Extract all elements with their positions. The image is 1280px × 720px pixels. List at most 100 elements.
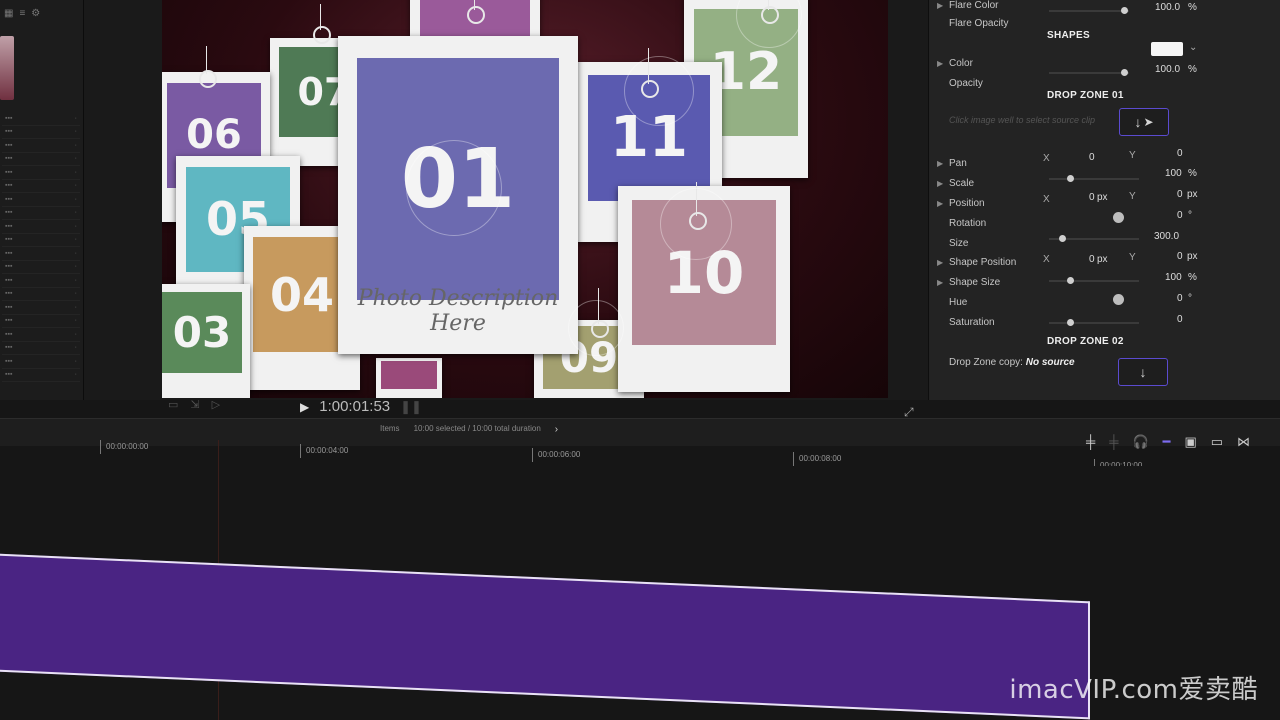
onscreen-handle[interactable]	[199, 46, 217, 88]
pan-x-value[interactable]: 0	[1089, 152, 1095, 163]
onscreen-handle[interactable]	[313, 4, 331, 44]
gear-icon[interactable]: ⚙	[31, 8, 40, 19]
disclosure-triangle[interactable]: ▶	[937, 199, 949, 208]
axis-label-y: Y	[1129, 191, 1136, 202]
photo-number: 04	[269, 267, 334, 322]
disclosure-triangle[interactable]: ▶	[937, 258, 949, 267]
list-icon[interactable]: ≡	[19, 8, 25, 19]
viewer-tool-icon[interactable]: ▭	[168, 398, 178, 411]
drop-zone-copy: Drop Zone copy: No source	[949, 357, 1075, 368]
param-rotation[interactable]: Rotation	[937, 214, 1250, 232]
unit-label: °	[1188, 293, 1192, 304]
param-label: Shape Position	[949, 256, 1017, 268]
grid-icon[interactable]: ▦	[4, 8, 13, 19]
list-item[interactable]: ▪▪▪ ·	[2, 315, 80, 328]
timeline-duration: 10:00 selected / 10:00 total duration	[413, 424, 541, 433]
pan-y-value[interactable]: 0	[1177, 148, 1183, 159]
shape-size-slider[interactable]	[1049, 277, 1139, 284]
axis-label-x: X	[1043, 153, 1050, 164]
list-item[interactable]: ▪▪▪ ·	[2, 193, 80, 207]
opacity-value[interactable]: 100.0	[1155, 64, 1180, 75]
list-item[interactable]: ▪▪▪ ·	[2, 234, 80, 247]
hue-value[interactable]: 0	[1177, 293, 1183, 304]
play-button[interactable]: ▶	[300, 400, 309, 414]
drop-zone-hint: Click image well to select source clip	[949, 115, 1096, 125]
flare-opacity-value[interactable]: 100.0	[1155, 2, 1180, 13]
timeline-ruler[interactable]: 00:00:00:00 00:00:04:00 00:00:06:00 00:0…	[0, 440, 1280, 473]
param-label: Rotation	[949, 217, 987, 229]
position-x-value[interactable]: 0	[1089, 192, 1095, 203]
rotation-dial[interactable]	[1113, 212, 1124, 223]
photo-image	[381, 360, 437, 389]
axis-label-x: X	[1043, 254, 1050, 265]
browser-toolbar: ▦ ≡ ⚙	[4, 8, 40, 19]
disclosure-triangle[interactable]: ▶	[937, 59, 949, 68]
photo-card-08[interactable]	[376, 358, 442, 398]
chevron-down-icon[interactable]: ⌄	[1189, 42, 1197, 53]
section-header-drop-zone-02: DROP ZONE 02	[1047, 336, 1124, 347]
browser-list: ▪▪▪ · ▪▪▪ · ▪▪▪ · ▪▪▪ · ▪▪▪ · ▪▪▪ · ▪▪▪ · ▪▪▪ · …	[2, 112, 80, 382]
photo-card-03[interactable]: 03	[162, 284, 250, 398]
param-hue[interactable]: Hue	[937, 293, 1250, 311]
timecode-display[interactable]: 1:00:01:53	[319, 398, 390, 415]
list-item[interactable]: ▪▪▪ ·	[2, 153, 80, 166]
scale-value[interactable]: 100	[1165, 168, 1182, 179]
param-size[interactable]: Size	[937, 234, 1250, 252]
photo-description: Photo Description Here	[357, 286, 559, 336]
list-item[interactable]: ▪▪▪ ·	[2, 274, 80, 288]
list-item[interactable]: ▪▪▪ ·	[2, 139, 80, 153]
list-item[interactable]: ▪▪▪ ·	[2, 112, 80, 126]
param-flare-opacity[interactable]: Flare Opacity	[937, 14, 1250, 32]
list-item[interactable]: ▪▪▪ ·	[2, 207, 80, 220]
list-item[interactable]: ▪▪▪ ·	[2, 220, 80, 234]
drop-zone-02-well[interactable]: ↓	[1118, 358, 1168, 386]
rotation-value[interactable]: 0	[1177, 210, 1183, 221]
pause-icon: ❚❚	[400, 398, 422, 414]
unit-label: px	[1187, 251, 1198, 262]
shape-size-value[interactable]: 100	[1165, 272, 1182, 283]
list-item[interactable]: ▪▪▪ ·	[2, 166, 80, 180]
position-y-value[interactable]: 0	[1177, 189, 1183, 200]
disclosure-triangle[interactable]: ▶	[937, 179, 949, 188]
drop-zone-01-well[interactable]: ↓ ➤	[1119, 108, 1169, 136]
axis-label-y: Y	[1129, 150, 1136, 161]
disclosure-triangle[interactable]: ▶	[937, 278, 949, 287]
flare-opacity-slider[interactable]	[1049, 7, 1129, 14]
saturation-slider[interactable]	[1049, 319, 1139, 326]
param-scale[interactable]: ▶ Scale	[937, 174, 1250, 192]
hue-dial[interactable]	[1113, 294, 1124, 305]
param-label: Flare Color	[949, 0, 999, 11]
browser-panel: ▦ ≡ ⚙ ▪▪▪ · ▪▪▪ · ▪▪▪ · ▪▪▪ · ▪▪▪ · ▪▪▪ · ▪▪▪ ·…	[0, 0, 84, 400]
viewer-tool-icon[interactable]: ▷	[212, 398, 220, 411]
list-item[interactable]: ▪▪▪ ·	[2, 180, 80, 193]
list-item[interactable]: ▪▪▪ ·	[2, 342, 80, 355]
viewer-tool-icon[interactable]: ⇲	[190, 398, 199, 411]
list-item[interactable]: ▪▪▪ ·	[2, 126, 80, 139]
disclosure-triangle[interactable]: ▶	[937, 1, 949, 10]
photo-image: 03	[162, 292, 243, 374]
disclosure-triangle[interactable]: ▶	[937, 159, 949, 168]
list-item[interactable]: ▪▪▪ ·	[2, 355, 80, 369]
list-item[interactable]: ▪▪▪ ·	[2, 328, 80, 342]
list-item[interactable]: ▪▪▪ ·	[2, 288, 80, 301]
saturation-value[interactable]: 0	[1177, 314, 1183, 325]
list-item[interactable]: ▪▪▪ ·	[2, 301, 80, 315]
param-label: Shape Size	[949, 276, 1001, 288]
list-item[interactable]: ▪▪▪ ·	[2, 247, 80, 261]
shape-position-y-value[interactable]: 0	[1177, 251, 1183, 262]
param-shape-size[interactable]: ▶ Shape Size	[937, 273, 1250, 291]
list-item[interactable]: ▪▪▪ ·	[2, 261, 80, 274]
scale-slider[interactable]	[1049, 175, 1139, 182]
chevron-right-icon[interactable]: ›	[555, 424, 558, 435]
param-color[interactable]: ▶ Color	[937, 54, 1250, 72]
onscreen-handle[interactable]	[467, 0, 485, 24]
list-item[interactable]: ▪▪▪ ·	[2, 369, 80, 382]
browser-thumbnail[interactable]	[0, 36, 14, 100]
size-value[interactable]: 300.0	[1154, 231, 1179, 242]
opacity-slider[interactable]	[1049, 69, 1129, 76]
size-slider[interactable]	[1049, 235, 1139, 242]
shape-position-x-value[interactable]: 0	[1089, 254, 1095, 265]
section-header-shapes: SHAPES	[1047, 30, 1090, 41]
cursor-icon: ➤	[1143, 115, 1154, 129]
viewer-canvas[interactable]: 12 07 06 11 05 04 03 09 10 01 Photo Desc…	[162, 0, 888, 398]
